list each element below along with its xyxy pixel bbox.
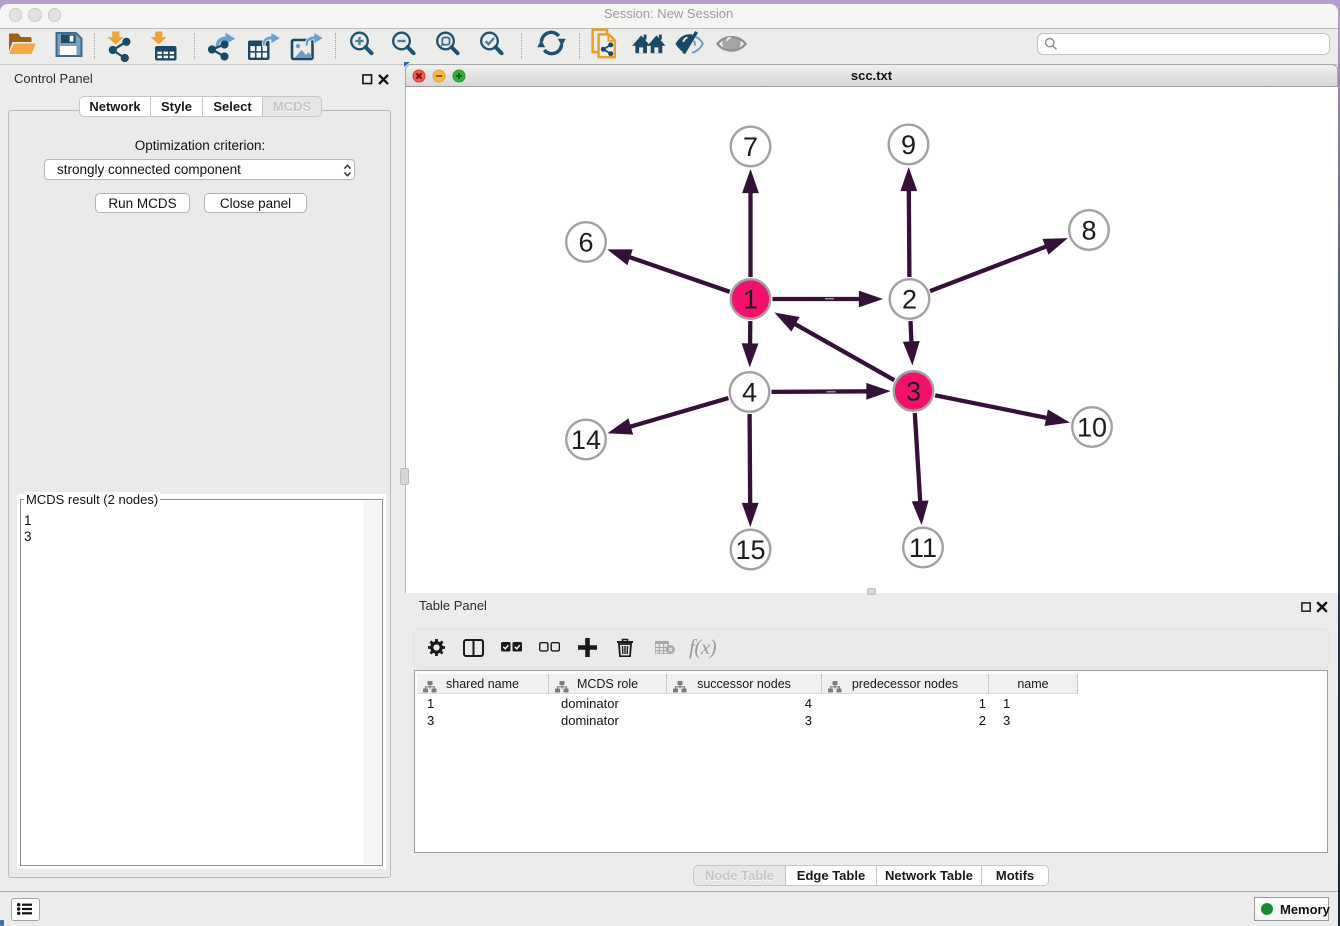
svg-text:6: 6 <box>578 227 593 257</box>
svg-text:7: 7 <box>743 132 758 162</box>
svg-text:10: 10 <box>1077 412 1107 442</box>
svg-text:15: 15 <box>735 535 765 565</box>
svg-text:3: 3 <box>906 376 921 406</box>
svg-text:1: 1 <box>743 284 758 314</box>
svg-text:9: 9 <box>901 130 916 160</box>
svg-text:2: 2 <box>902 284 917 314</box>
svg-text:11: 11 <box>909 533 937 563</box>
svg-text:14: 14 <box>571 425 601 455</box>
svg-text:4: 4 <box>742 377 757 407</box>
svg-text:8: 8 <box>1081 215 1096 245</box>
